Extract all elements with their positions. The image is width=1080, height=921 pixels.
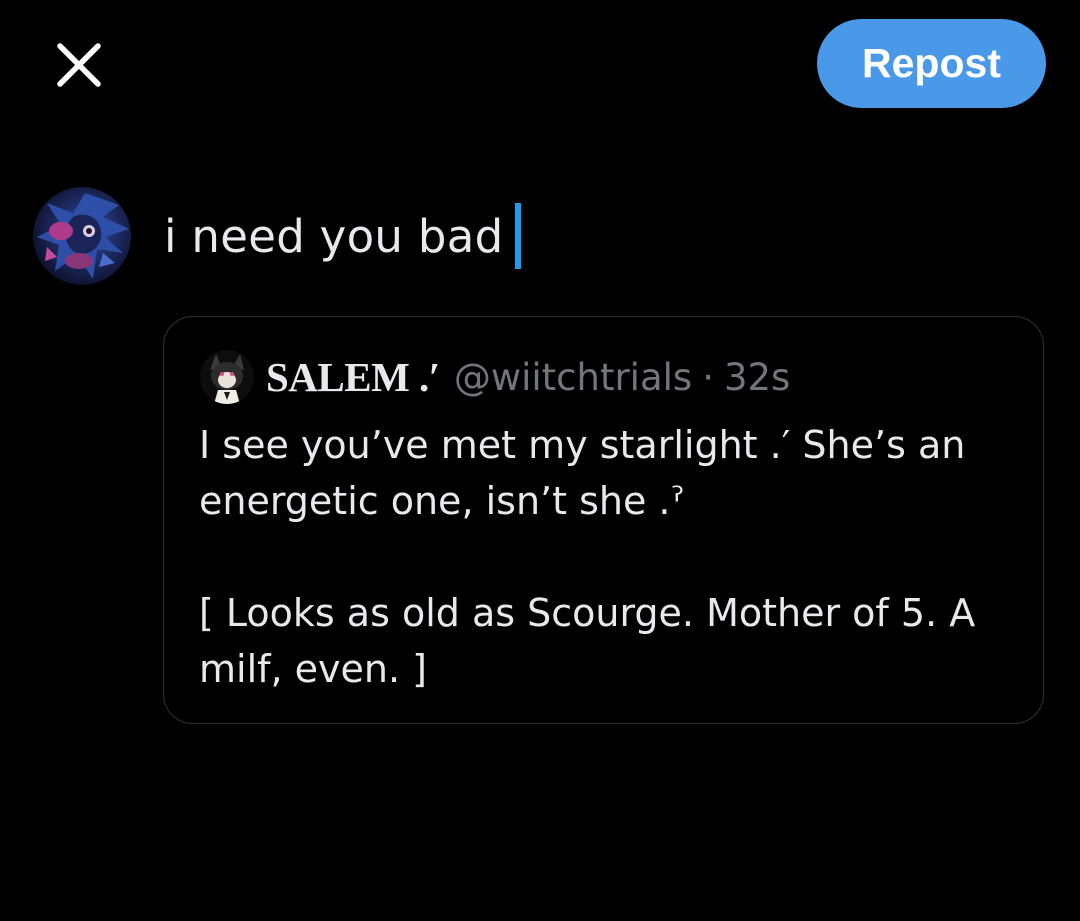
close-icon <box>57 43 101 87</box>
quoted-timestamp[interactable]: 32s <box>724 356 790 399</box>
user-avatar[interactable] <box>33 187 131 285</box>
repost-button-label: Repost <box>862 40 1001 86</box>
composer-text[interactable]: i need you bad <box>164 210 503 263</box>
quoted-display-name[interactable]: SALEM .′ <box>266 353 440 401</box>
close-button[interactable] <box>52 38 106 92</box>
quoted-user-avatar[interactable] <box>200 350 254 404</box>
quoted-post-body: I see you’ve met my starlight .′ She’s a… <box>199 417 1019 697</box>
quoted-paragraph: I see you’ve met my starlight .′ She’s a… <box>199 423 966 523</box>
header-separator: · <box>702 355 714 399</box>
quoted-paragraph: [ Looks as old as Scourge. Mother of 5. … <box>199 591 976 691</box>
text-cursor <box>515 203 522 269</box>
repost-button[interactable]: Repost <box>817 19 1046 108</box>
quoted-post-card[interactable]: SALEM .′ @wiitchtrials · 32s I see you’v… <box>163 316 1044 724</box>
quoted-handle[interactable]: @wiitchtrials <box>454 356 692 399</box>
quoted-post-header: SALEM .′ @wiitchtrials · 32s <box>200 349 790 405</box>
composer-input[interactable]: i need you bad <box>164 203 522 269</box>
